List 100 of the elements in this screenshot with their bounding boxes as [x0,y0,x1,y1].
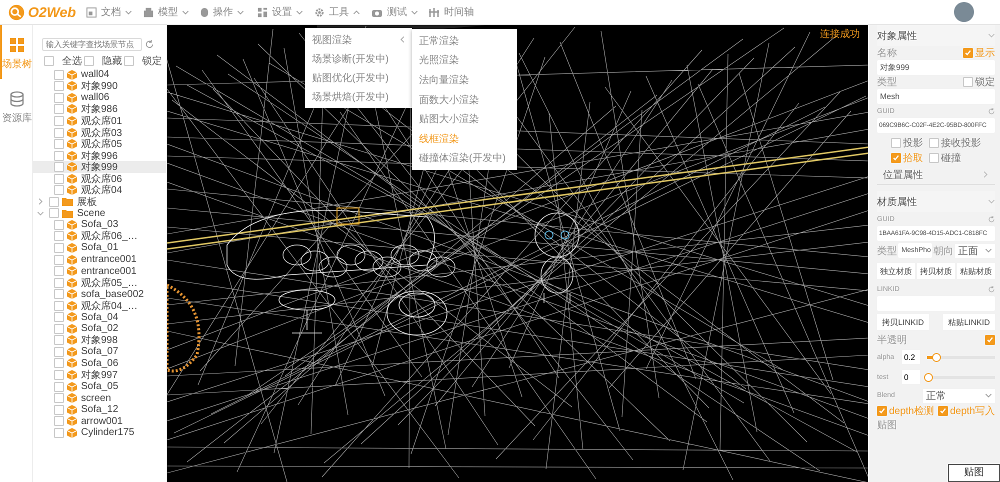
refresh-icon[interactable] [988,108,995,114]
number-field[interactable]: 0.2 [902,350,920,364]
checkbox[interactable] [929,138,939,148]
checkbox-option[interactable]: 隐藏 [84,54,122,68]
collapsed-section[interactable]: 位置属性 [877,165,995,185]
checkbox[interactable] [54,370,64,380]
checkbox[interactable] [54,300,64,311]
tree-row[interactable]: wall06 [33,92,166,104]
tree-row[interactable]: screen [33,392,166,404]
checkbox[interactable] [54,393,64,404]
checkbox[interactable] [54,254,64,265]
checkbox-option[interactable]: 全选 [44,54,82,68]
tree-row[interactable]: 对象997 [33,369,166,381]
checkbox[interactable] [985,335,995,345]
menu-item[interactable]: 测试 [371,5,428,19]
checkbox-option[interactable]: 碰撞 [929,151,995,165]
menu-item[interactable]: 光照渲染 [412,50,517,70]
refresh-icon[interactable] [145,40,154,49]
tree-row[interactable]: Sofa_05 [33,380,166,392]
checkbox[interactable] [891,153,901,163]
menu-item[interactable]: 模型 [143,5,200,19]
checkbox[interactable] [84,56,94,66]
checkbox-option[interactable]: 锁定 [124,54,162,68]
tree-row[interactable]: Sofa_07 [33,346,166,358]
checkbox[interactable] [963,48,973,58]
tree-row[interactable]: arrow001 [33,415,166,427]
linkid-button[interactable]: 拷贝LINKID [877,314,929,330]
checkbox[interactable] [54,335,64,346]
tree-row[interactable]: 对象996 [33,150,166,162]
menu-item[interactable]: 场景诊断(开发中) [305,49,412,68]
avatar[interactable] [954,2,974,22]
tree-row[interactable]: Cylinder175 [33,426,166,438]
checkbox[interactable] [54,242,64,253]
material-button[interactable]: 拷贝材质 [917,263,955,279]
tree-row[interactable]: 观众席05_… [33,276,166,288]
tree-row[interactable]: 对象998 [33,334,166,346]
checkbox[interactable] [54,266,64,276]
tree-row[interactable]: sofa_base002 [33,288,166,300]
linkid-button[interactable]: 粘贴LINKID [943,314,995,330]
tree-row[interactable]: 对象986 [33,104,166,116]
menu-item[interactable]: 面数大小渲染 [412,90,517,110]
checkbox[interactable] [876,406,887,416]
checkbox[interactable] [49,196,59,207]
menu-item[interactable]: 碰撞体渲染(开发中) [412,148,517,168]
checkbox[interactable] [49,208,59,218]
checkbox[interactable] [54,128,64,138]
tree-row[interactable]: entrance001 [33,265,166,277]
checkbox[interactable] [929,153,939,163]
checkbox[interactable] [54,174,64,184]
checkbox[interactable] [124,56,134,66]
menu-item[interactable]: 贴图大小渲染 [412,109,517,129]
checkbox[interactable] [54,346,64,357]
checkbox[interactable] [54,104,64,114]
checkbox[interactable] [54,428,64,438]
checkbox-option[interactable]: 投影 [891,136,925,150]
refresh-icon[interactable] [988,286,995,292]
checkbox[interactable] [54,404,64,415]
checkbox[interactable] [54,382,64,392]
tree-row[interactable]: 展板 [33,196,166,208]
checkbox[interactable] [54,92,64,103]
tree-row[interactable]: Sofa_12 [33,404,166,416]
menu-item[interactable]: 场景烘焙(开发中) [305,87,412,106]
menu-item[interactable]: 视图渲染 [305,30,412,49]
checkbox[interactable] [54,81,64,92]
checkbox[interactable] [54,116,64,126]
checkbox[interactable] [54,416,64,426]
tree-row[interactable]: 观众席05 [33,138,166,150]
checkbox[interactable] [54,150,64,161]
text-field[interactable]: Mesh [877,89,995,104]
dropdown[interactable]: 正常 [923,388,995,402]
tree-row[interactable]: Sofa_06 [33,358,166,370]
tree-row[interactable]: 观众席04 [33,184,166,196]
checkbox[interactable] [54,278,64,288]
checkbox[interactable] [54,162,64,172]
menu-item[interactable]: 正常渲染 [412,31,517,51]
checkbox-option[interactable]: 接收投影 [929,136,995,150]
menu-item[interactable]: 工具 [314,5,371,19]
checkbox-option[interactable]: 锁定 [963,75,995,89]
menu-item[interactable]: 文档 [86,5,143,19]
checkbox[interactable] [963,77,973,87]
tree-row[interactable]: 对象999 [33,161,166,173]
checkbox[interactable] [54,289,64,300]
checkbox[interactable] [54,358,64,368]
menu-item[interactable]: 操作 [200,5,257,19]
search-field[interactable]: 输入关键字查找场景节点 [42,38,142,51]
checkbox[interactable] [44,56,54,66]
checkbox[interactable] [54,185,64,196]
dropdown[interactable]: 正面 [954,244,995,258]
checkbox[interactable] [54,231,64,242]
tree-row[interactable]: 观众席01 [33,115,166,127]
tree-row[interactable]: Sofa_04 [33,311,166,324]
tree-row[interactable]: Sofa_01 [33,242,166,254]
checkbox[interactable] [938,406,948,416]
checkbox[interactable] [54,324,64,334]
checkbox[interactable] [54,70,64,80]
tree-row[interactable]: 观众席06_… [33,230,166,242]
menu-item[interactable]: 法向量渲染 [412,70,517,90]
text-field[interactable]: 对象999 [877,60,995,75]
checkbox[interactable] [891,138,901,148]
menu-item[interactable]: 设置 [257,5,314,19]
